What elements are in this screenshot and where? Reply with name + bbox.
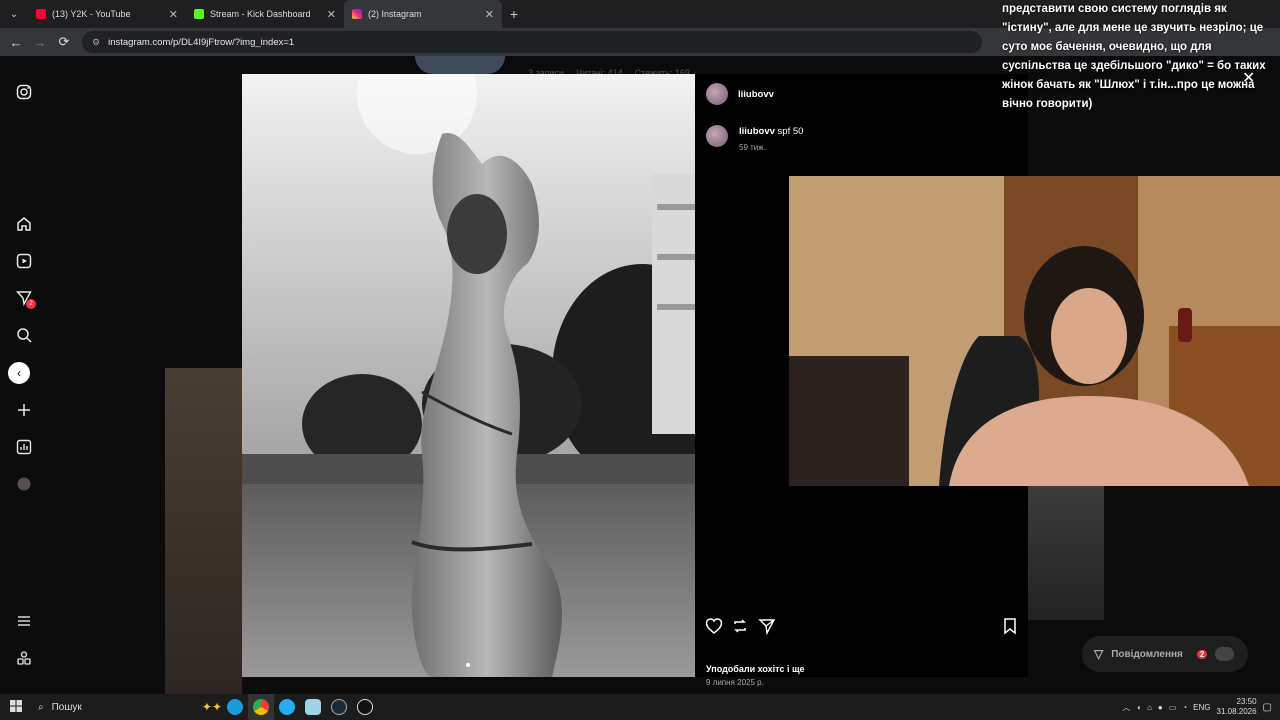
repost-icon[interactable] — [731, 617, 749, 635]
tab-close-icon[interactable]: ✕ — [327, 8, 336, 21]
reels-icon[interactable] — [16, 253, 32, 269]
edge-browser-icon[interactable] — [222, 694, 248, 720]
speaker-icon[interactable]: ◖ — [1136, 703, 1141, 712]
tab-youtube[interactable]: (13) Y2K - YouTube ✕ — [28, 0, 186, 28]
microphone-icon[interactable]: ● — [1158, 703, 1163, 712]
messages-badge: 2 — [1196, 649, 1208, 659]
notes-app-icon[interactable] — [300, 694, 326, 720]
messages-send-icon: ▽ — [1094, 647, 1104, 661]
like-heart-icon[interactable] — [705, 617, 723, 635]
tab-close-icon[interactable]: ✕ — [485, 8, 494, 21]
clock-date: 31.08.2026 — [1216, 707, 1257, 716]
telegram-icon[interactable] — [274, 694, 300, 720]
kick-favicon-icon — [194, 9, 204, 19]
stream-overlay-text: представити свою систему поглядів як "іс… — [1002, 3, 1266, 110]
forward-arrow-icon[interactable]: → — [28, 35, 52, 50]
address-bar[interactable]: ⚙ instagram.com/p/DL4I9jFtrow/?img_index… — [82, 31, 982, 53]
chrome-browser-icon[interactable] — [248, 694, 274, 720]
search-icon: ⌕ — [38, 701, 44, 713]
likes-summary[interactable]: Уподобали хохітс і ще — [706, 664, 805, 674]
post-date: 9 липня 2025 р. — [706, 678, 764, 687]
windows-start-icon[interactable] — [0, 699, 32, 715]
caption-text: spf 50 — [777, 126, 804, 137]
author-avatar[interactable] — [706, 83, 728, 105]
save-bookmark-icon[interactable] — [1001, 617, 1019, 635]
caption-time-ago: 59 тиж. — [739, 143, 766, 152]
caption-username[interactable]: liiubovv — [739, 126, 775, 137]
obs-recording-icon[interactable] — [352, 694, 378, 720]
tray-overflow-chevron-icon[interactable]: ︿ — [1122, 702, 1130, 713]
webcam-overlay — [789, 176, 1280, 486]
youtube-favicon-icon — [36, 9, 46, 19]
tab-label: (2) Instagram — [368, 9, 422, 19]
backdrop-photo-right — [1028, 486, 1104, 620]
instagram-favicon-icon — [352, 9, 362, 19]
back-arrow-icon[interactable]: ← — [4, 35, 28, 50]
new-tab-button[interactable]: + — [502, 6, 526, 22]
site-info-icon[interactable]: ⚙ — [92, 37, 100, 48]
clock-time: 23:50 — [1236, 697, 1257, 706]
share-send-icon[interactable] — [758, 617, 776, 636]
caption-avatar[interactable] — [706, 125, 728, 147]
dashboard-chart-icon[interactable] — [16, 439, 32, 455]
backdrop-photo-left — [165, 368, 242, 694]
wifi-icon[interactable]: ◔ — [1182, 703, 1187, 712]
keyboard-language[interactable]: ENG — [1193, 703, 1210, 712]
notifications-badge: 2 — [26, 299, 36, 309]
tab-instagram[interactable]: (2) Instagram ✕ — [344, 0, 502, 28]
tab-search-chevron-icon[interactable]: ⌄ — [0, 0, 28, 28]
more-apps-icon[interactable] — [16, 650, 32, 666]
steam-icon[interactable] — [326, 694, 352, 720]
tab-kick[interactable]: Stream - Kick Dashboard ✕ — [186, 0, 344, 28]
notifications-icon[interactable]: ▢ — [1263, 702, 1272, 713]
menu-hamburger-icon[interactable] — [16, 613, 32, 629]
create-plus-icon[interactable] — [16, 402, 32, 418]
search-icon[interactable] — [16, 327, 32, 343]
tab-close-icon[interactable]: ✕ — [169, 8, 178, 21]
profile-avatar-icon[interactable] — [16, 476, 32, 492]
taskbar-search-label: Пошук — [51, 701, 82, 713]
url-text: instagram.com/p/DL4I9jFtrow/?img_index=1 — [108, 36, 295, 48]
reload-icon[interactable]: ⟳ — [52, 34, 76, 50]
messages-avatars-icon — [1215, 647, 1234, 661]
tab-label: (13) Y2K - YouTube — [52, 9, 131, 19]
messages-label: Повідомлення — [1111, 648, 1183, 660]
direct-messages-icon[interactable]: 2 — [15, 290, 36, 309]
caption: liiubovv spf 50 — [739, 126, 803, 137]
display-icon[interactable]: ▭ — [1169, 703, 1177, 712]
tab-label: Stream - Kick Dashboard — [210, 9, 311, 19]
previous-post-chevron-icon[interactable]: ‹ — [8, 362, 30, 384]
taskbar-clock[interactable]: 23:50 31.08.2026 — [1217, 697, 1257, 717]
windows-taskbar: ⌕ Пошук ✦✦ ︿ ◖ ⌂ ● ▭ ◔ ENG 23:50 31.08.2… — [0, 694, 1280, 720]
sparkle-icon: ✦✦ — [201, 700, 222, 714]
taskbar-search[interactable]: ⌕ Пошук ✦✦ — [32, 694, 222, 720]
backdrop-avatar — [415, 56, 505, 74]
system-tray: ︿ ◖ ⌂ ● ▭ ◔ ENG 23:50 31.08.2026 ▢ — [1122, 697, 1280, 717]
instagram-logo-icon[interactable] — [16, 84, 32, 100]
network-icon[interactable]: ⌂ — [1147, 703, 1152, 712]
messages-button[interactable]: ▽ Повідомлення 2 — [1082, 636, 1248, 672]
home-icon[interactable] — [16, 216, 32, 232]
post-photo[interactable] — [242, 74, 695, 677]
author-username[interactable]: liiubovv — [738, 89, 774, 100]
